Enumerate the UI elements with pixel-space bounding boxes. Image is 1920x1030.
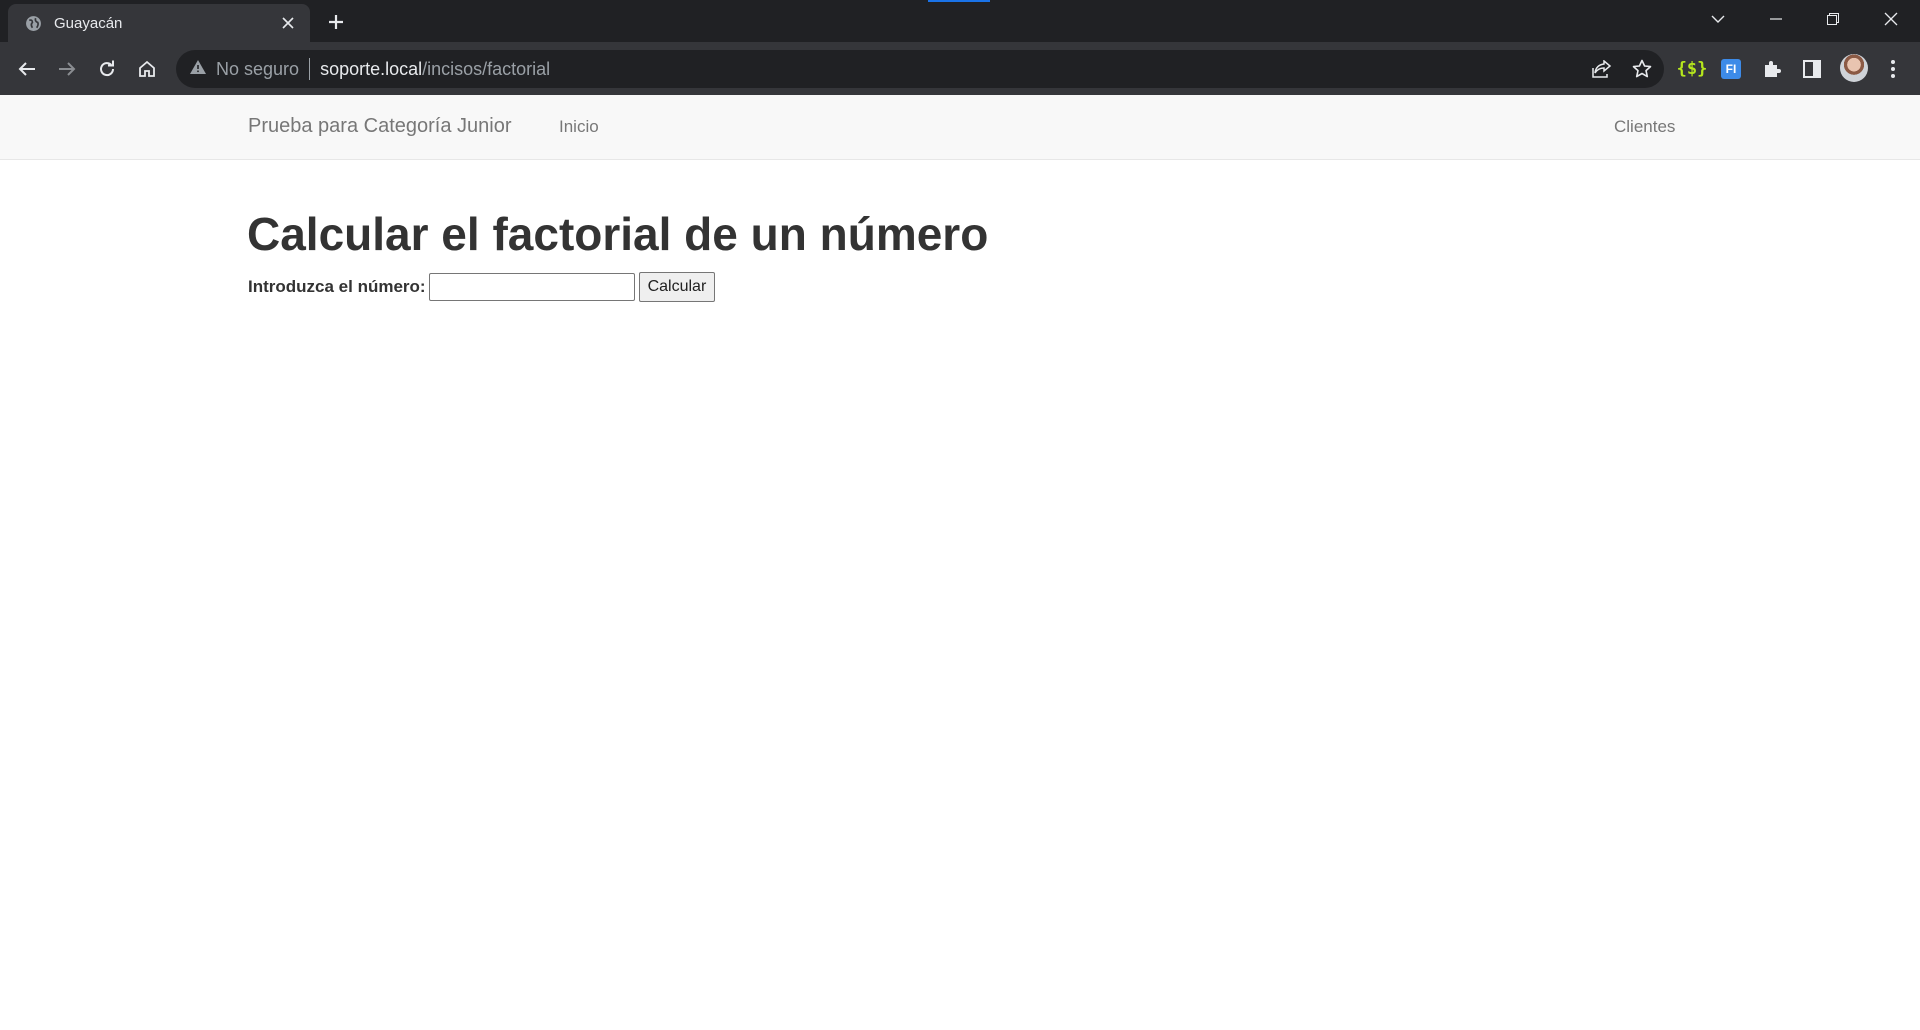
chevron-down-icon (1711, 15, 1725, 23)
arrow-left-icon (18, 62, 35, 76)
number-input-label: Introduzca el número: (248, 277, 426, 296)
forward-button[interactable] (51, 53, 83, 85)
browser-toolbar: No seguro soporte.local/incisos/factoria… (0, 42, 1920, 95)
share-icon[interactable] (1588, 55, 1616, 83)
puzzle-icon[interactable] (1757, 54, 1787, 84)
menu-kebab-icon[interactable] (1878, 54, 1908, 84)
restore-button[interactable] (1805, 0, 1861, 38)
address-bar[interactable]: No seguro soporte.local/incisos/factoria… (176, 50, 1664, 88)
page-title: Calcular el factorial de un número (247, 208, 989, 260)
minimize-icon (1770, 18, 1782, 20)
arrow-right-icon (59, 62, 76, 76)
minimize-button[interactable] (1748, 0, 1804, 38)
home-button[interactable] (131, 53, 163, 85)
tab-title: Guayacán (54, 14, 123, 32)
site-navbar: Prueba para Categoría Junior Inicio Clie… (0, 95, 1920, 160)
factorial-form: Introduzca el número: Calcular (248, 271, 716, 303)
globe-icon (24, 14, 42, 32)
url-host: soporte.local (320, 58, 423, 79)
close-window-button[interactable] (1863, 0, 1919, 38)
tab-strip: Guayacán (0, 0, 1920, 42)
back-button[interactable] (11, 53, 43, 85)
tab-drag-indicator (928, 0, 990, 2)
new-tab-button[interactable] (322, 8, 350, 36)
reload-icon (100, 60, 115, 77)
navbar-brand[interactable]: Prueba para Categoría Junior (248, 115, 512, 138)
warning-icon[interactable] (190, 59, 206, 79)
calculate-button[interactable]: Calcular (638, 272, 716, 302)
extension-fi-icon[interactable]: FI (1716, 54, 1746, 84)
number-input[interactable] (428, 273, 635, 301)
nav-link-clientes[interactable]: Clientes (1614, 117, 1675, 137)
reload-button[interactable] (91, 53, 123, 85)
plus-icon (329, 15, 343, 29)
restore-icon (1827, 13, 1839, 25)
close-icon (1884, 12, 1898, 26)
security-label[interactable]: No seguro (216, 59, 299, 80)
browser-tab[interactable]: Guayacán (8, 4, 310, 42)
profile-avatar[interactable] (1840, 54, 1868, 82)
side-panel-icon[interactable] (1797, 54, 1827, 84)
tab-search-button[interactable] (1690, 0, 1746, 38)
nav-link-inicio[interactable]: Inicio (559, 117, 599, 137)
home-icon (139, 60, 155, 77)
url-path: /incisos/factorial (422, 58, 551, 79)
omnibox-divider (309, 58, 311, 80)
star-icon[interactable] (1628, 55, 1656, 83)
close-tab-icon[interactable] (276, 11, 300, 35)
extension-s-icon[interactable]: {$} (1677, 54, 1708, 84)
